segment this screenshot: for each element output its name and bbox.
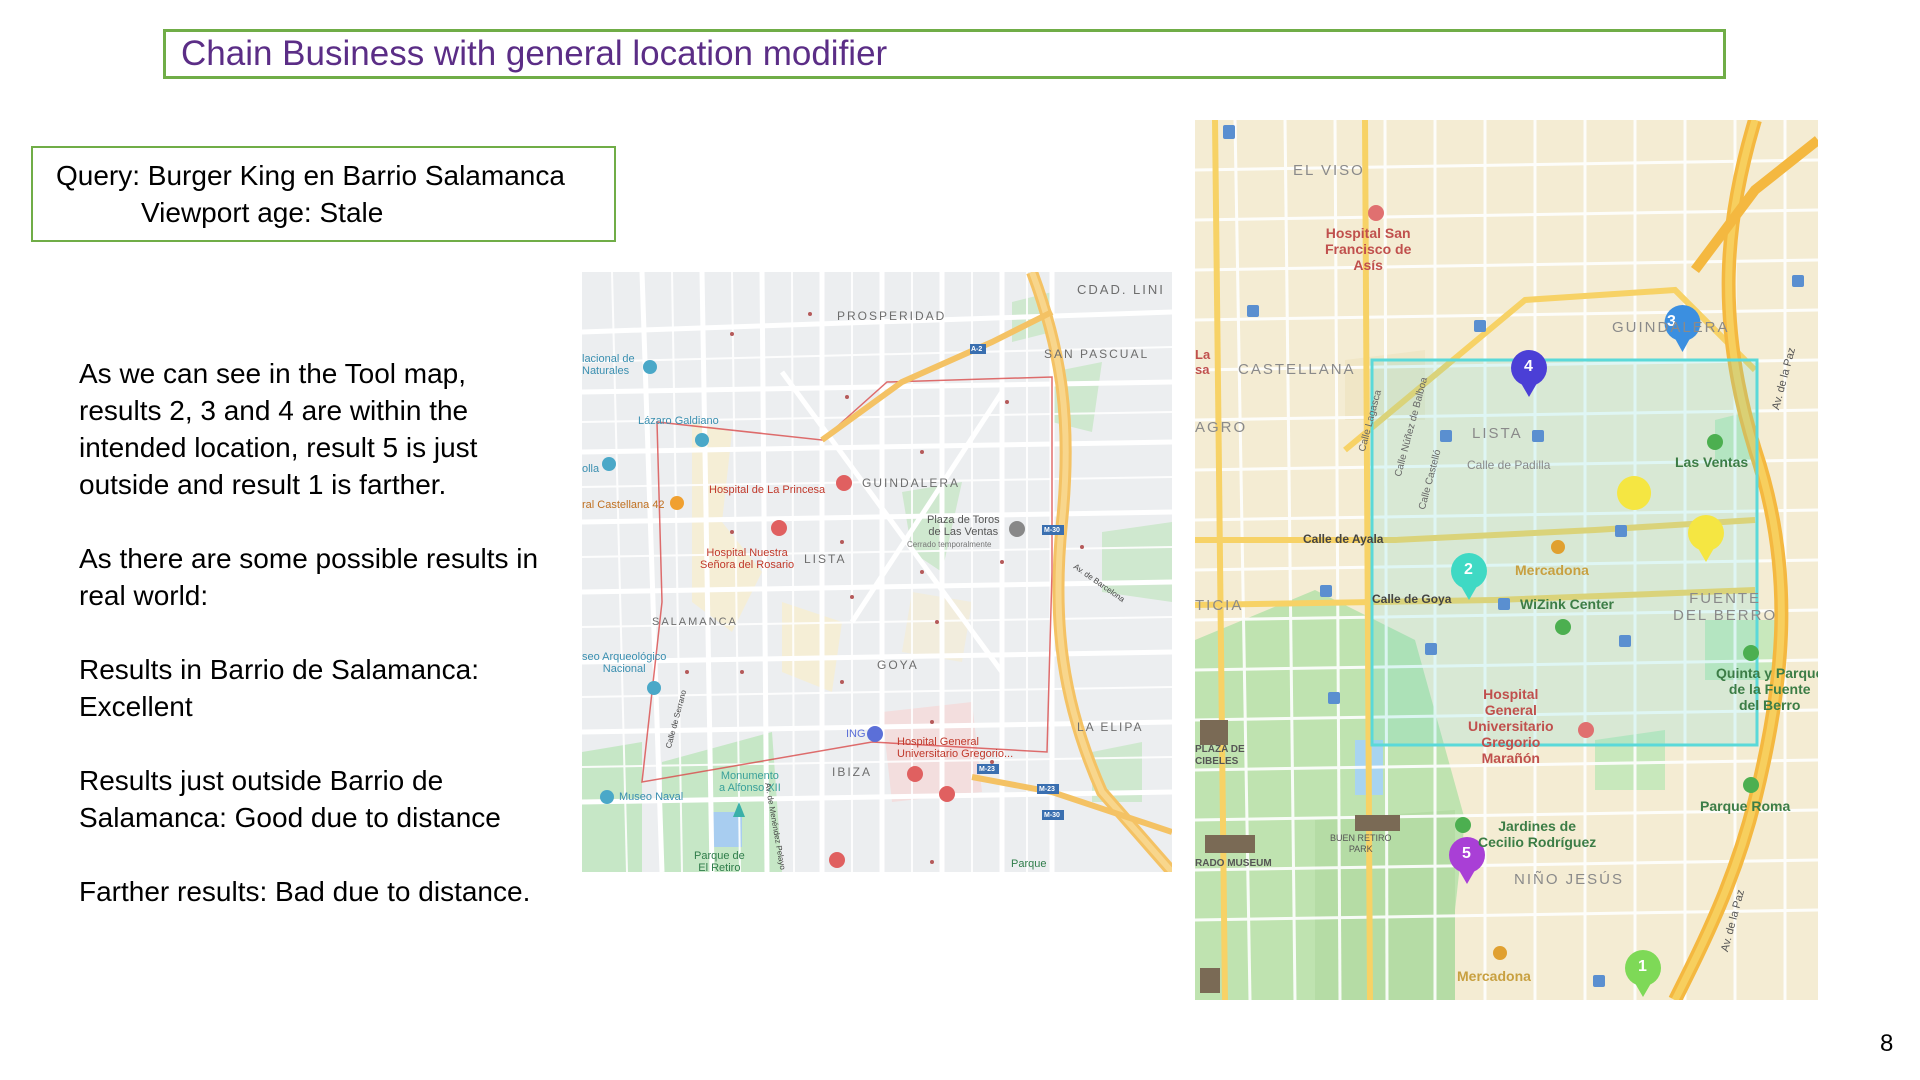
tool-viewport-box [1370, 358, 1759, 747]
query-text: Query: Burger King en Barrio Salamanca [56, 160, 565, 191]
shield-m30-b: M-30 [1044, 812, 1060, 819]
real-world-map[interactable]: PROSPERIDAD CDAD. LINI SAN PASCUAL GUIND… [582, 272, 1172, 872]
district-san-pascual: SAN PASCUAL [1044, 347, 1150, 361]
district-castellana: CASTELLANA [1238, 361, 1356, 378]
poi-lazaro-galdiano[interactable]: Lázaro Galdiano [638, 415, 719, 427]
poi-museo-arqueologico[interactable]: seo Arqueológico Nacional [582, 651, 666, 675]
shield-m23-a: M-23 [979, 766, 995, 773]
marker-5-label[interactable]: 5 [1462, 845, 1471, 863]
paragraph-summary: As we can see in the Tool map, results 2… [79, 358, 478, 500]
street-padilla: Calle de Padilla [1467, 458, 1551, 472]
viewport-age-text: Viewport age: Stale [141, 197, 384, 228]
poi-hospital-gregorio[interactable]: Hospital General Universitario Gregorio.… [897, 736, 1013, 760]
district-lista: LISTA [804, 552, 847, 566]
poi-hospital-gregorio-r[interactable]: Hospital General Universitario Gregorio … [1468, 686, 1554, 766]
district-guindalera: GUINDALERA [862, 476, 961, 490]
paragraph-excellent: Results in Barrio de Salamanca: Excellen… [79, 654, 479, 722]
tool-map-streets [1195, 120, 1818, 1000]
poi-quinta-fuente-berro[interactable]: Quinta y Parque de la Fuente del Berro [1716, 665, 1818, 713]
tool-map[interactable]: 3 4 2 5 1 EL VISO GUINDALERA CASTELLANA … [1195, 120, 1818, 1000]
poi-jardines-cecilio[interactable]: Jardines de Cecilio Rodríguez [1478, 818, 1596, 850]
poi-hospital-rosario[interactable]: Hospital Nuestra Señora del Rosario [700, 547, 794, 571]
paragraph-intro: As there are some possible results in re… [79, 543, 539, 611]
poi-colla[interactable]: olla [582, 463, 599, 475]
district-goya: GOYA [877, 658, 919, 672]
district-prosperidad: PROSPERIDAD [837, 309, 947, 323]
district-ciudad-lineal: CDAD. LINI [1077, 282, 1165, 297]
district-la-sa: La sa [1195, 347, 1211, 377]
query-box: Query: Burger King en Barrio Salamanca V… [31, 146, 616, 242]
district-nino-jesus: NIÑO JESÚS [1514, 871, 1625, 888]
district-lista-r: LISTA [1472, 425, 1523, 442]
paragraph-bad: Farther results: Bad due to distance. [79, 876, 531, 907]
district-la-elipa: LA ELIPA [1077, 720, 1144, 734]
street-goya: Calle de Goya [1372, 592, 1452, 606]
explanation-text: As we can see in the Tool map, results 2… [79, 355, 549, 947]
poi-plaza-toros-status: Cerrado temporalmente [907, 540, 992, 549]
marker-1-label[interactable]: 1 [1638, 958, 1647, 976]
shield-m30-a: M-30 [1044, 527, 1060, 534]
poi-prado-museum[interactable]: RADO MUSEUM [1195, 858, 1272, 869]
street-ayala: Calle de Ayala [1303, 532, 1384, 546]
page-number: 8 [1880, 1030, 1894, 1057]
poi-ing[interactable]: ING [846, 728, 866, 740]
poi-las-ventas[interactable]: Las Ventas [1675, 454, 1748, 470]
district-fuente-del-berro: FUENTE DEL BERRO [1673, 590, 1778, 624]
poi-buen-retiro[interactable]: BUEN RETIRO PARK [1330, 833, 1392, 855]
poi-museo-naval[interactable]: Museo Naval [619, 791, 683, 803]
district-salamanca: SALAMANCA [652, 616, 738, 628]
poi-parque-roma[interactable]: Parque Roma [1700, 798, 1790, 814]
district-ibiza: IBIZA [832, 765, 873, 779]
poi-mercadona-1[interactable]: Mercadona [1515, 562, 1589, 578]
poi-castellana-42[interactable]: ral Castellana 42 [582, 499, 665, 511]
poi-plaza-toros[interactable]: Plaza de Toros de Las Ventas [927, 514, 1000, 538]
poi-hospital-san-francisco[interactable]: Hospital San Francisco de Asís [1325, 225, 1411, 273]
marker-4-label[interactable]: 4 [1524, 358, 1533, 376]
poi-parque[interactable]: Parque [1011, 858, 1046, 870]
shield-a2: A-2 [971, 346, 983, 353]
shield-m23-b: M-23 [1039, 786, 1055, 793]
district-ticia: TICIA [1195, 597, 1244, 614]
poi-hospital-princesa[interactable]: Hospital de La Princesa [709, 484, 825, 496]
slide-title: Chain Business with general location mod… [163, 29, 1726, 79]
marker-2-label[interactable]: 2 [1464, 561, 1473, 579]
poi-wizink-center[interactable]: WiZink Center [1520, 596, 1614, 612]
paragraph-good: Results just outside Barrio de Salamanca… [79, 765, 501, 833]
district-el-viso: EL VISO [1293, 162, 1365, 179]
district-guindalera-r: GUINDALERA [1612, 319, 1730, 336]
poi-museo-naturales[interactable]: lacional de Naturales [582, 353, 635, 377]
poi-parque-retiro[interactable]: Parque de El Retiro [694, 850, 745, 872]
district-agro: AGRO [1195, 419, 1248, 436]
poi-mercadona-2[interactable]: Mercadona [1457, 968, 1531, 984]
poi-plaza-cibeles[interactable]: PLAZA DE CIBELES [1195, 744, 1245, 768]
